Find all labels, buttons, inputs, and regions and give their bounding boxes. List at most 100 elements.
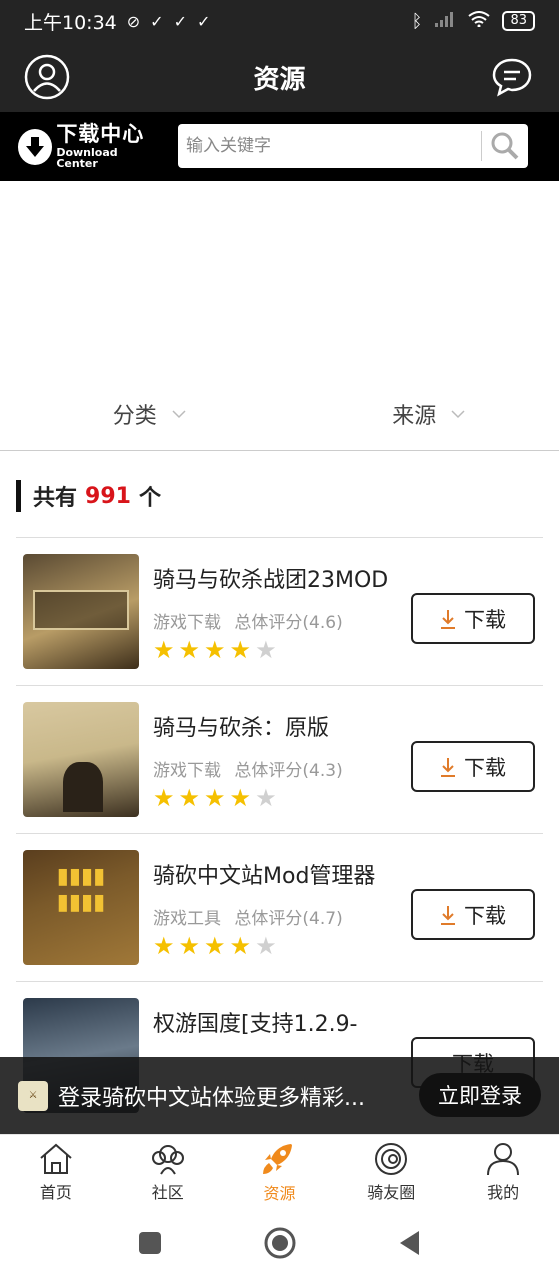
download-button[interactable]: 下载 [411,593,535,644]
star-rating: ★ ★ ★ ★ ★ [153,786,277,810]
filter-bar: 分类 来源 [0,377,559,451]
source-filter-label: 来源 [392,403,437,429]
download-button[interactable]: 下载 [411,741,535,792]
circle-icon [375,1143,408,1175]
logo-title: 下载中心 [56,122,145,146]
star-icon: ★ [153,784,175,812]
signal-icon [434,10,456,32]
category-filter[interactable]: 分类 [0,377,280,450]
search-button[interactable] [482,124,528,168]
count-prefix: 共有 [33,486,78,511]
app-header: 资源 [0,42,559,112]
count-number: 991 [85,483,131,509]
resource-list: 骑马与砍杀战团23MOD 游戏下载 总体评分(4.6) ★ ★ ★ ★ ★ 下载… [16,537,543,1129]
login-button[interactable]: 立即登录 [419,1073,541,1117]
tab-community[interactable]: 社区 [112,1135,224,1210]
resource-type: 游戏下载 [153,613,221,633]
list-item[interactable]: 骑马与砍杀：原版 游戏下载 总体评分(4.3) ★ ★ ★ ★ ★ 下载 [16,685,543,833]
back-triangle-icon [399,1231,419,1255]
count-suffix: 个 [138,486,161,511]
resource-thumbnail [23,702,139,817]
resource-meta: 游戏下载 总体评分(4.3) [153,756,343,781]
resource-thumbnail: ▮▮▮▮ ▮▮▮▮ [23,850,139,965]
resource-thumbnail [23,554,139,669]
download-button-label: 下载 [464,903,506,928]
recents-button[interactable] [137,1230,163,1260]
login-prompt-banner: ⚔ 登录骑砍中文站体验更多精彩... 立即登录 [0,1057,559,1134]
resource-title: 骑砍中文站Mod管理器 [153,864,376,889]
star-icon: ★ [204,636,226,664]
resource-meta: 游戏下载 总体评分(4.6) [153,608,343,633]
tab-label: 我的 [487,1183,520,1202]
download-button[interactable]: 下载 [411,889,535,940]
login-prompt-text: 登录骑砍中文站体验更多精彩... [58,1085,365,1111]
user-button[interactable] [22,52,72,102]
download-search-bar: 下载中心 Download Center [0,112,559,181]
star-icon: ★ [178,636,201,664]
check-icon: ✓ [173,11,187,31]
tab-resources[interactable]: 资源 [224,1135,336,1210]
search-icon [491,132,519,160]
star-icon: ★ [153,636,175,664]
star-icon: ★ [229,636,252,664]
download-button-label: 下载 [464,755,506,780]
download-icon [18,128,53,165]
tab-friends-circle[interactable]: 骑友圈 [335,1135,447,1210]
message-button[interactable] [487,52,537,102]
search-box [178,124,528,168]
check-icon: ✓ [150,11,164,31]
chevron-down-icon [451,409,465,418]
resource-rating: 总体评分(4.6) [234,613,343,633]
bluetooth-icon: ᛒ [411,10,423,32]
star-icon: ★ [178,784,201,812]
logo-subtitle: Download Center [56,146,118,170]
list-item[interactable]: ▮▮▮▮ ▮▮▮▮ 骑砍中文站Mod管理器 游戏工具 总体评分(4.7) ★ ★ … [16,833,543,981]
check-icon: ✓ [196,11,211,31]
resource-title: 骑马与砍杀：原版 [153,716,330,741]
download-arrow-icon [441,609,455,629]
battery-indicator: 83 [502,11,535,31]
app-logo-icon: ⚔ [18,1080,48,1111]
rocket-icon [263,1144,293,1174]
resource-type: 游戏工具 [153,909,221,929]
star-icon: ★ [255,784,277,812]
mute-icon: ⊘ [126,11,141,31]
resource-title: 骑马与砍杀战团23MOD [153,568,389,593]
tab-profile[interactable]: 我的 [447,1135,559,1210]
search-input[interactable] [178,126,481,166]
message-icon [492,58,532,97]
home-circle-icon [264,1227,295,1259]
community-icon [151,1145,184,1175]
star-rating: ★ ★ ★ ★ ★ [153,638,277,662]
bottom-tab-bar: 首页 社区 资源 骑友圈 我的 [0,1134,559,1210]
page-title: 资源 [253,64,306,95]
category-filter-label: 分类 [112,403,157,429]
square-icon [138,1232,161,1254]
home-icon [40,1143,72,1174]
resource-rating: 总体评分(4.7) [234,909,343,929]
tab-label: 社区 [151,1183,184,1202]
profile-icon [487,1143,520,1176]
back-button[interactable] [397,1229,423,1261]
status-time: 上午10:34 [24,11,117,34]
star-icon: ★ [204,784,226,812]
banner-area [0,181,559,377]
resource-title: 权游国度[支持1.2.9- [153,1012,358,1037]
system-nav-bar [0,1210,559,1280]
star-icon: ★ [204,932,226,960]
resource-rating: 总体评分(4.3) [234,761,343,781]
wifi-icon [468,10,491,32]
list-item[interactable]: 骑马与砍杀战团23MOD 游戏下载 总体评分(4.6) ★ ★ ★ ★ ★ 下载 [16,537,543,685]
resource-meta: 游戏工具 总体评分(4.7) [153,904,343,929]
home-button[interactable] [263,1226,297,1264]
star-icon: ★ [229,932,252,960]
star-icon: ★ [153,932,175,960]
download-button-label: 下载 [464,607,506,632]
tab-label: 骑友圈 [367,1183,416,1202]
star-icon: ★ [178,932,201,960]
resource-type: 游戏下载 [153,761,221,781]
tab-home[interactable]: 首页 [0,1135,112,1210]
download-center-logo: 下载中心 Download Center [18,124,158,169]
tab-label: 首页 [39,1183,72,1202]
source-filter[interactable]: 来源 [280,377,559,450]
